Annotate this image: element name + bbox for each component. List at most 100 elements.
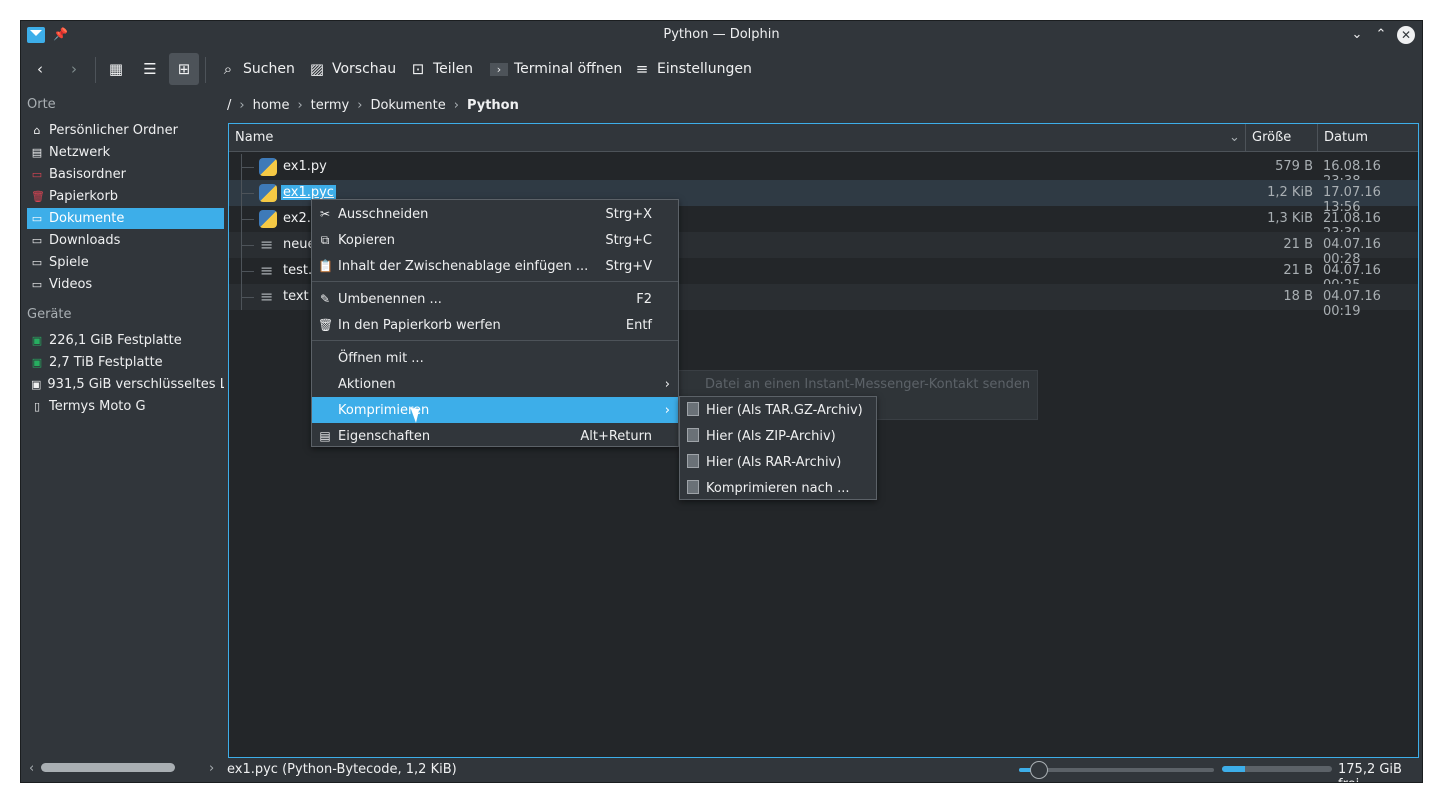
python-icon [259, 210, 277, 228]
text-file-icon [259, 261, 277, 280]
file-name: ex1.pyc [281, 185, 336, 200]
breadcrumb-home[interactable]: home [253, 98, 290, 113]
menu-item-paste[interactable]: 📋 Inhalt der Zwischenablage einfügen ...… [312, 253, 678, 279]
trash-icon: 🗑 [318, 318, 334, 332]
zoom-slider[interactable] [1019, 761, 1214, 779]
preview-button[interactable]: ▨ Vorschau [308, 53, 396, 85]
menu-item-tar-gz[interactable]: Hier (Als TAR.GZ-Archiv) [680, 397, 876, 423]
sidebar-item-encrypted-drive[interactable]: ▣ 931,5 GiB verschlüsseltes Lau [27, 374, 224, 395]
compact-view-button[interactable]: ☰ [135, 53, 165, 85]
file-date: 04.07.16 00:19 [1323, 289, 1381, 319]
folder-icon: ▭ [31, 212, 43, 225]
places-panel: Orte ⌂ Persönlicher Ordner ▤ Netzwerk ▭ Bas… [21, 93, 227, 753]
sidebar-item-network[interactable]: ▤ Netzwerk [27, 142, 224, 163]
python-icon [259, 184, 277, 202]
back-button[interactable]: ‹ [25, 53, 55, 85]
sidebar-item-documents[interactable]: ▭ Dokumente [27, 208, 224, 229]
file-name: text [283, 289, 309, 304]
column-date[interactable]: Datum [1324, 130, 1368, 145]
chevron-down-icon[interactable]: ⌄ [1229, 130, 1240, 145]
chevron-left-icon[interactable]: ‹ [29, 761, 34, 776]
network-icon: ▤ [31, 146, 43, 159]
breadcrumb-documents[interactable]: Dokumente [370, 98, 445, 113]
minimize-icon[interactable]: ⌄ [1347, 25, 1367, 45]
breadcrumb-root[interactable]: / [227, 98, 231, 113]
column-name[interactable]: Name [235, 130, 273, 145]
chevron-left-icon: ‹ [37, 60, 43, 78]
sidebar-item-games[interactable]: ▭ Spiele [27, 252, 224, 273]
menu-item-rar[interactable]: Hier (Als RAR-Archiv) [680, 449, 876, 475]
root-folder-icon: ▭ [31, 168, 43, 181]
pencil-icon: ✎ [319, 292, 331, 306]
chevron-right-icon[interactable]: › [209, 761, 214, 776]
menu-item-open-with[interactable]: Öffnen mit ... [312, 345, 678, 371]
icons-view-button[interactable]: ▦ [101, 53, 131, 85]
table-row[interactable]: ex1.py 579 B 16.08.16 23:38 [229, 154, 1418, 189]
archive-icon [686, 401, 700, 419]
settings-label: Einstellungen [657, 61, 752, 77]
chevron-right-icon: › [297, 97, 303, 113]
details-view-button[interactable]: ⊞ [169, 53, 199, 85]
sidebar-item-trash[interactable]: 🗑 Papierkorb [27, 186, 224, 207]
menu-item-label: Ausschneiden [338, 206, 429, 222]
scissors-icon: ✂ [319, 207, 331, 221]
menu-item-cut[interactable]: ✂ Ausschneiden Strg+X [312, 201, 678, 227]
terminal-button[interactable]: › Terminal öffnen [490, 53, 622, 85]
file-size: 18 B [1283, 289, 1313, 304]
chevron-right-icon: › [664, 376, 670, 392]
sidebar-item-home[interactable]: ⌂ Persönlicher Ordner [27, 120, 224, 141]
copy-icon: ⧉ [320, 232, 330, 247]
menu-item-compress-to[interactable]: Komprimieren nach ... [680, 475, 876, 501]
sidebar-item-label: Persönlicher Ordner [49, 123, 178, 138]
tree-line [241, 232, 255, 258]
status-bar: ‹ › ex1.pyc (Python-Bytecode, 1,2 KiB) 1… [21, 758, 1422, 782]
breadcrumb-current[interactable]: Python [467, 98, 519, 113]
menu-item-trash[interactable]: 🗑 In den Papierkorb werfen Entf [312, 312, 678, 338]
free-space-text: 175,2 GiB frei [1338, 762, 1402, 782]
sidebar-item-phone[interactable]: ▯ Termys Moto G [27, 396, 224, 417]
search-label: Suchen [243, 61, 295, 77]
zoom-slider-handle[interactable] [1029, 761, 1048, 779]
ghost-menu-item: Datei an einen Instant-Messenger-Kontakt… [705, 377, 1031, 392]
trash-icon: 🗑 [31, 190, 45, 203]
menu-item-label: Hier (Als ZIP-Archiv) [706, 428, 836, 444]
column-size[interactable]: Größe [1252, 130, 1291, 145]
menu-item-rename[interactable]: ✎ Umbenennen ... F2 [312, 286, 678, 312]
column-separator[interactable] [1245, 124, 1246, 152]
sidebar-item-drive-1[interactable]: ▣ 226,1 GiB Festplatte [27, 330, 224, 351]
text-file-icon [259, 287, 277, 306]
settings-button[interactable]: ≡ Einstellungen [633, 53, 752, 85]
title-bar[interactable]: 📌 Python — Dolphin ⌄ ⌃ ✕ [21, 21, 1422, 49]
window-title: Python — Dolphin [663, 27, 780, 42]
sidebar-horizontal-scrollbar[interactable] [41, 763, 175, 772]
breadcrumb-termy[interactable]: termy [311, 98, 350, 113]
folder-icon: ▭ [31, 256, 43, 269]
menu-item-label: Aktionen [338, 376, 396, 392]
tree-line [241, 284, 255, 310]
sidebar-item-videos[interactable]: ▭ Videos [27, 274, 224, 295]
main-toolbar: ‹ › ▦ ☰ ⊞ ⌕ Suchen ▨ Vorschau ⊡ Teilen › Ter… [21, 49, 1422, 89]
compress-submenu: Hier (Als TAR.GZ-Archiv) Hier (Als ZIP-A… [679, 396, 877, 500]
split-button[interactable]: ⊡ Teilen [409, 53, 473, 85]
archive-icon [686, 427, 700, 445]
chevron-right-icon: › [664, 402, 670, 418]
column-separator[interactable] [1317, 124, 1318, 152]
free-space-fill [1222, 766, 1246, 772]
folder-icon: ▭ [31, 278, 43, 291]
context-menu: ✂ Ausschneiden Strg+X ⧉ Kopieren Strg+C … [311, 199, 679, 447]
search-button[interactable]: ⌕ Suchen [219, 53, 295, 85]
sidebar-item-downloads[interactable]: ▭ Downloads [27, 230, 224, 251]
icons-view-icon: ▦ [108, 60, 124, 78]
close-icon[interactable]: ✕ [1397, 26, 1415, 44]
sidebar-item-drive-2[interactable]: ▣ 2,7 TiB Festplatte [27, 352, 224, 373]
sidebar-item-root[interactable]: ▭ Basisordner [27, 164, 224, 185]
menu-item-compress[interactable]: Komprimieren › [312, 397, 678, 423]
menu-item-actions[interactable]: Aktionen › [312, 371, 678, 397]
phone-icon: ▯ [33, 400, 41, 413]
maximize-icon[interactable]: ⌃ [1371, 25, 1391, 45]
menu-item-zip[interactable]: Hier (Als ZIP-Archiv) [680, 423, 876, 449]
menu-item-copy[interactable]: ⧉ Kopieren Strg+C [312, 227, 678, 253]
forward-button[interactable]: › [59, 53, 89, 85]
devices-header: Geräte [27, 307, 72, 322]
menu-item-properties[interactable]: ▤ Eigenschaften Alt+Return [312, 423, 678, 449]
